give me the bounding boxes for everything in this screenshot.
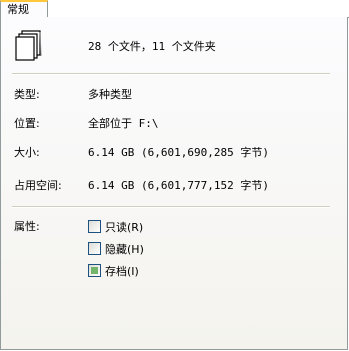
attributes-label: 属性: [14,220,40,233]
tab-bar: 常规 [0,0,349,18]
tab-general[interactable]: 常规 [0,0,48,18]
location-label: 位置: [14,117,40,130]
hidden-checkbox-label[interactable]: 隐藏(H) [105,241,144,257]
size-label: 大小: [14,146,40,159]
location-value: 全部位于 F:\ [88,117,159,130]
type-label: 类型: [14,88,40,101]
archive-checkbox[interactable] [88,264,101,277]
size-on-disk-value: 6.14 GB (6,601,777,152 字节) [88,179,269,192]
readonly-checkbox[interactable] [88,220,101,233]
multiple-files-icon [15,30,42,61]
type-value: 多种类型 [88,88,132,101]
readonly-checkbox-label[interactable]: 只读(R) [105,219,143,235]
archive-checkbox-label[interactable]: 存档(I) [105,263,139,279]
selection-summary: 28 个文件，11 个文件夹 [88,40,216,53]
size-value: 6.14 GB (6,601,690,285 字节) [88,146,269,159]
size-on-disk-label: 占用空间: [14,179,62,192]
separator [12,73,330,75]
separator [12,206,330,208]
hidden-checkbox[interactable] [88,242,101,255]
